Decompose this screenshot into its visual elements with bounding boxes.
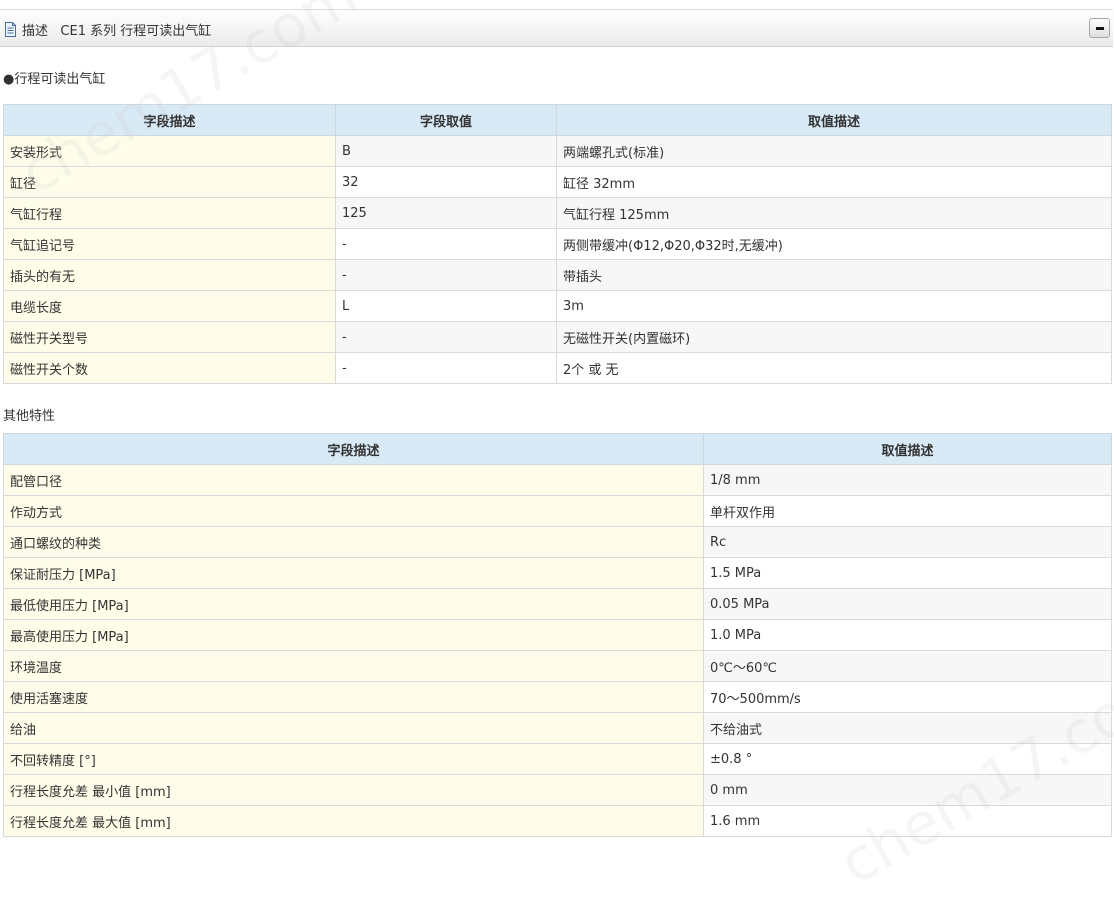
table-row: 最高使用压力 [MPa] 1.0 MPa (3, 619, 1112, 651)
field-name-cell: 最低使用压力 [MPa] (3, 588, 704, 620)
field-name-cell: 安装形式 (3, 135, 336, 167)
table-row: 磁性开关个数 -2个 或 无 (3, 352, 1112, 384)
value-desc-cell: Rc (703, 526, 1112, 558)
field-name-cell: 环境温度 (3, 650, 704, 682)
field-value-cell: 32 (335, 166, 557, 198)
value-desc-cell: 0℃～60℃ (703, 650, 1112, 682)
value-desc-cell: 70～500mm/s (703, 681, 1112, 713)
field-name-cell: 通口螺纹的种类 (3, 526, 704, 558)
field-name-cell: 行程长度允差 最小值 [mm] (3, 774, 704, 806)
table-header-row: 字段描述 字段取值 取值描述 (3, 104, 1112, 136)
column-header-value-desc: 取值描述 (556, 104, 1112, 136)
value-desc-cell: 0.05 MPa (703, 588, 1112, 620)
table-row: 行程长度允差 最小值 [mm] 0 mm (3, 774, 1112, 806)
value-desc-cell: ±0.8 ° (703, 743, 1112, 775)
value-desc-cell: 两侧带缓冲(Φ12,Φ20,Φ32时,无缓冲) (556, 228, 1112, 260)
field-name-cell: 配管口径 (3, 464, 704, 496)
minus-icon (1096, 27, 1104, 30)
table-row: 通口螺纹的种类 Rc (3, 526, 1112, 558)
field-name-cell: 最高使用压力 [MPa] (3, 619, 704, 651)
field-value-cell: - (335, 352, 557, 384)
table-row: 磁性开关型号 - 无磁性开关(内置磁环) (3, 321, 1112, 353)
value-desc-cell: 不给油式 (703, 712, 1112, 744)
field-value-cell: 125 (335, 197, 557, 229)
field-value-cell: - (335, 321, 557, 353)
table-row: 配管口径 1/8 mm (3, 464, 1112, 496)
value-desc-cell: 气缸行程 125mm (556, 197, 1112, 229)
value-desc-cell: 无磁性开关(内置磁环) (556, 321, 1112, 353)
value-desc-cell: 1/8 mm (703, 464, 1112, 496)
field-name-cell: 气缸行程 (3, 197, 336, 229)
field-name-cell: 磁性开关型号 (3, 321, 336, 353)
value-desc-cell: 缸径 32mm (556, 166, 1112, 198)
field-name-cell: 行程长度允差 最大值 [mm] (3, 805, 704, 837)
panel-title: 描述 CE1 系列 行程可读出气缸 (22, 24, 212, 39)
spec-table-other: 字段描述 取值描述 配管口径 1/8 mm 作动方式 单杆双作用 通口螺纹的种类 Rc 保证… (3, 433, 1112, 837)
field-name-cell: 插头的有无 (3, 259, 336, 291)
table-row: 安装形式 B 两端螺孔式(标准) (3, 135, 1112, 167)
field-name-cell: 缸径 (3, 166, 336, 198)
column-header-field-desc: 字段描述 (3, 433, 704, 465)
table-row: 保证耐压力 [MPa] 1.5 MPa (3, 557, 1112, 589)
field-value-cell: - (335, 259, 557, 291)
value-desc-cell: 3m (556, 290, 1112, 322)
value-desc-cell: 1.0 MPa (703, 619, 1112, 651)
field-name-cell: 气缸追记号 (3, 228, 336, 260)
field-value-cell: B (335, 135, 557, 167)
table-header-row: 字段描述 取值描述 (3, 433, 1112, 465)
field-name-cell: 保证耐压力 [MPa] (3, 557, 704, 589)
value-desc-cell: 单杆双作用 (703, 495, 1112, 527)
column-header-field-desc: 字段描述 (3, 104, 336, 136)
column-header-value-desc: 取值描述 (703, 433, 1112, 465)
value-desc-cell: 1.6 mm (703, 805, 1112, 837)
field-name-cell: 磁性开关个数 (3, 352, 336, 384)
field-value-cell: L (335, 290, 557, 322)
table-row: 环境温度 0℃～60℃ (3, 650, 1112, 682)
value-desc-cell: 1.5 MPa (703, 557, 1112, 589)
column-header-field-value: 字段取值 (335, 104, 557, 136)
table-row: 使用活塞速度 70～500mm/s (3, 681, 1112, 713)
collapse-button[interactable] (1089, 18, 1110, 38)
field-name-cell: 电缆长度 (3, 290, 336, 322)
value-desc-cell: 0 mm (703, 774, 1112, 806)
panel-header: 描述 CE1 系列 行程可读出气缸 (0, 9, 1113, 47)
value-desc-cell: 2个 或 无 (556, 352, 1112, 384)
table-row: 行程长度允差 最大值 [mm] 1.6 mm (3, 805, 1112, 837)
table-row: 气缸行程 125 气缸行程 125mm (3, 197, 1112, 229)
field-name-cell: 作动方式 (3, 495, 704, 527)
table-row: 最低使用压力 [MPa] 0.05 MPa (3, 588, 1112, 620)
section-title-other-features: 其他特性 (3, 409, 56, 424)
field-name-cell: 使用活塞速度 (3, 681, 704, 713)
field-name-cell: 不回转精度 [°] (3, 743, 704, 775)
spec-table-main: 字段描述 字段取值 取值描述 安装形式 B 两端螺孔式(标准) 缸径 32 缸径 32mm… (3, 104, 1112, 384)
table-row: 给油 不给油式 (3, 712, 1112, 744)
table-row: 不回转精度 [°] ±0.8 ° (3, 743, 1112, 775)
value-desc-cell: 两端螺孔式(标准) (556, 135, 1112, 167)
table-row: 缸径 32 缸径 32mm (3, 166, 1112, 198)
table-row: 插头的有无 - 带插头 (3, 259, 1112, 291)
table-row: 电缆长度 L 3m (3, 290, 1112, 322)
table-row: 气缸追记号 - 两侧带缓冲(Φ12,Φ20,Φ32时,无缓冲) (3, 228, 1112, 260)
value-desc-cell: 带插头 (556, 259, 1112, 291)
document-icon (5, 22, 16, 37)
section-title-stroke-readable-cylinder: ●行程可读出气缸 (3, 72, 106, 87)
field-value-cell: - (335, 228, 557, 260)
field-name-cell: 给油 (3, 712, 704, 744)
table-row: 作动方式 单杆双作用 (3, 495, 1112, 527)
